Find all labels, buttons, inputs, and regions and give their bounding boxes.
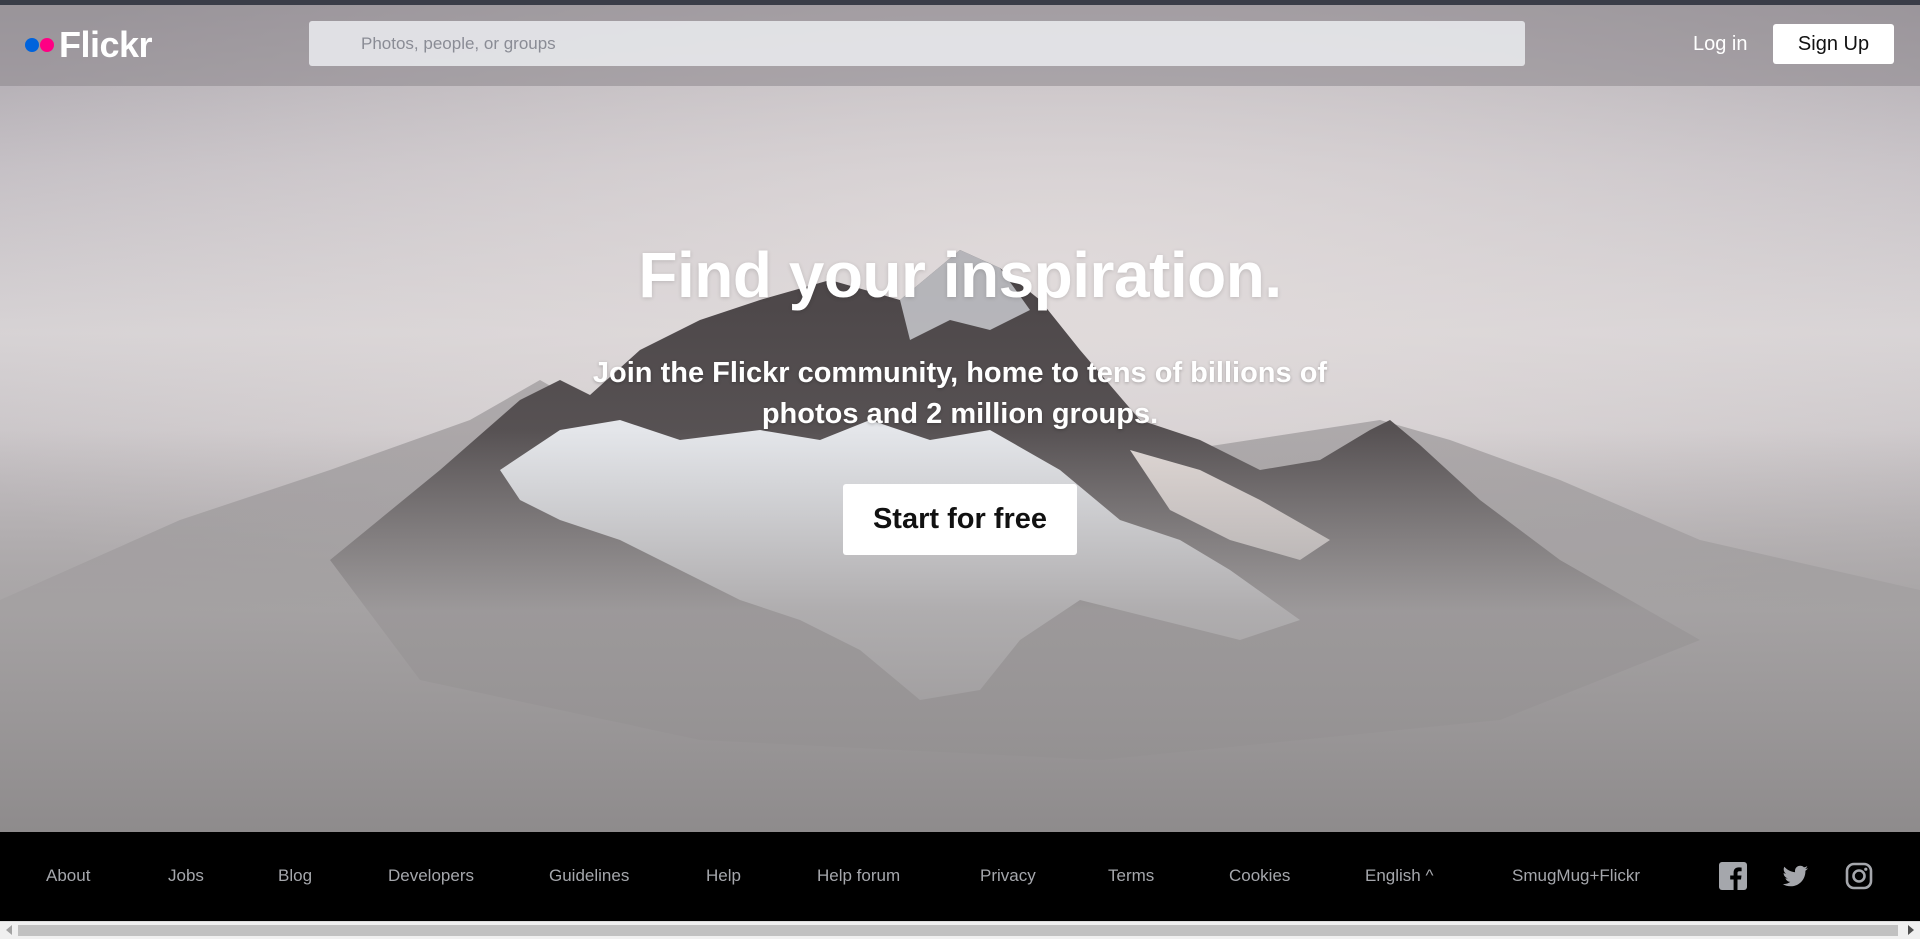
- footer-link-cookies[interactable]: Cookies: [1229, 866, 1290, 886]
- login-link[interactable]: Log in: [1693, 33, 1748, 56]
- footer-link-help-forum[interactable]: Help forum: [817, 866, 900, 886]
- footer-link-terms[interactable]: Terms: [1108, 866, 1154, 886]
- facebook-icon[interactable]: [1718, 861, 1748, 891]
- search-bar[interactable]: [309, 21, 1525, 66]
- hero-title: Find your inspiration.: [638, 239, 1282, 311]
- footer-link-developers[interactable]: Developers: [388, 866, 474, 886]
- footer-link-privacy[interactable]: Privacy: [980, 866, 1036, 886]
- footer-link-guidelines[interactable]: Guidelines: [549, 866, 629, 886]
- hero-subtitle: Join the Flickr community, home to tens …: [592, 357, 1328, 430]
- footer-link-help[interactable]: Help: [706, 866, 741, 886]
- flickr-logo[interactable]: Flickr: [25, 24, 153, 65]
- footer-link-jobs[interactable]: Jobs: [168, 866, 204, 886]
- footer-link-blog[interactable]: Blog: [278, 866, 312, 886]
- logo-wordmark: Flickr: [59, 24, 153, 65]
- flickr-landing-page: Flickr Log in Sign Up Find your inspirat…: [0, 0, 1920, 939]
- logo-pink-dot-icon: [40, 38, 54, 52]
- twitter-icon[interactable]: [1780, 861, 1810, 891]
- search-input[interactable]: [359, 32, 1523, 55]
- site-header: Flickr Log in Sign Up: [0, 5, 1920, 86]
- signup-button[interactable]: Sign Up: [1773, 24, 1894, 64]
- site-footer: About Jobs Blog Developers Guidelines He…: [0, 832, 1920, 921]
- instagram-icon[interactable]: [1844, 861, 1874, 891]
- scrollbar-thumb[interactable]: [18, 925, 1898, 936]
- footer-link-smugmug-flickr[interactable]: SmugMug+Flickr: [1512, 866, 1640, 886]
- logo-blue-dot-icon: [25, 38, 39, 52]
- horizontal-scrollbar[interactable]: [0, 921, 1920, 939]
- footer-link-about[interactable]: About: [46, 866, 90, 886]
- language-selector[interactable]: English ^: [1365, 866, 1433, 886]
- scroll-right-arrow-icon[interactable]: [1908, 925, 1914, 935]
- start-for-free-button[interactable]: Start for free: [843, 484, 1077, 555]
- scroll-left-arrow-icon[interactable]: [6, 925, 12, 935]
